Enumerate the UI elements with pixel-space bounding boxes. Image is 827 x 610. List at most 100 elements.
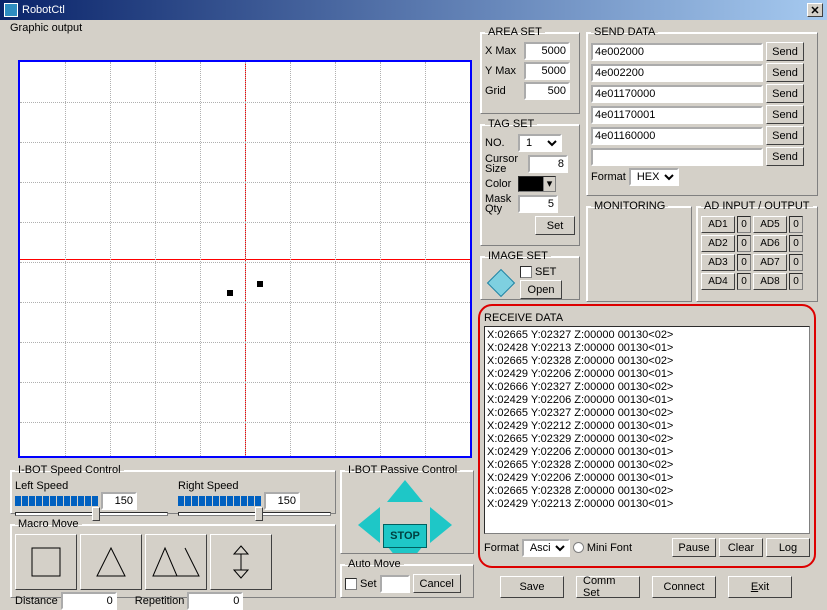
left-speed-input[interactable] xyxy=(101,492,137,510)
passive-control-group: I-BOT Passive Control STOP xyxy=(340,464,474,554)
ad3-button[interactable]: AD3 xyxy=(701,254,735,271)
send-button[interactable]: Send xyxy=(766,105,804,124)
macro-doubletriangle-button[interactable] xyxy=(145,534,207,590)
adio-group: AD INPUT / OUTPUT AD10AD50 AD20AD60 AD30… xyxy=(696,200,818,302)
macro-triangle-button[interactable] xyxy=(80,534,142,590)
left-speed-label: Left Speed xyxy=(15,480,68,492)
auto-set-input[interactable] xyxy=(380,575,410,593)
log-button[interactable]: Log xyxy=(766,538,810,557)
recv-format-select[interactable]: Ascii xyxy=(522,539,570,557)
receive-list[interactable]: X:02665 Y:02327 Z:00000 00130<02>X:02428… xyxy=(484,326,810,534)
commset-button[interactable]: Comm Set xyxy=(576,576,640,598)
cursor-input[interactable] xyxy=(528,155,568,173)
send-data-input[interactable] xyxy=(591,148,763,166)
send-data-input[interactable] xyxy=(591,106,763,124)
send-button[interactable]: Send xyxy=(766,84,804,103)
send-data-input[interactable] xyxy=(591,64,763,82)
send-data-group: SEND DATA SendSendSendSendSendSend Forma… xyxy=(586,26,818,196)
receive-line: X:02429 Y:02206 Z:00000 00130<01> xyxy=(487,446,807,459)
ad7-button[interactable]: AD7 xyxy=(753,254,787,271)
send-data-input[interactable] xyxy=(591,43,763,61)
send-data-input[interactable] xyxy=(591,85,763,103)
pause-button[interactable]: Pause xyxy=(672,538,716,557)
receive-line: X:02665 Y:02328 Z:00000 00130<02> xyxy=(487,485,807,498)
stop-button[interactable]: STOP xyxy=(383,524,427,548)
send-button[interactable]: Send xyxy=(766,147,804,166)
macro-updown-button[interactable] xyxy=(210,534,272,590)
send-format-select[interactable]: HEX xyxy=(629,168,679,186)
mask-input[interactable] xyxy=(518,195,558,213)
tag-set-title: TAG SET xyxy=(485,118,537,130)
receive-line: X:02665 Y:02329 Z:00000 00130<02> xyxy=(487,433,807,446)
receive-line: X:02429 Y:02206 Z:00000 00130<01> xyxy=(487,472,807,485)
plot-point xyxy=(257,281,263,287)
receive-line: X:02429 Y:02213 Z:00000 00130<01> xyxy=(487,498,807,511)
ad5-value: 0 xyxy=(789,216,803,233)
repetition-input[interactable] xyxy=(187,592,243,610)
receive-line: X:02666 Y:02327 Z:00000 00130<02> xyxy=(487,381,807,394)
ad8-button[interactable]: AD8 xyxy=(753,273,787,290)
receive-line: X:02429 Y:02212 Z:00000 00130<01> xyxy=(487,420,807,433)
xmax-label: X Max xyxy=(485,45,521,57)
send-data-title: SEND DATA xyxy=(591,26,658,38)
receive-data-group: RECEIVE DATA X:02665 Y:02327 Z:00000 001… xyxy=(478,304,816,568)
tag-set-button[interactable]: Set xyxy=(535,216,575,235)
image-open-button[interactable]: Open xyxy=(520,280,562,299)
area-set-title: AREA SET xyxy=(485,26,545,38)
grid-input[interactable] xyxy=(524,82,570,100)
send-button[interactable]: Send xyxy=(766,63,804,82)
ymax-input[interactable] xyxy=(524,62,570,80)
left-speed-slider[interactable] xyxy=(15,512,168,516)
save-button[interactable]: Save xyxy=(500,576,564,598)
arrow-right-icon[interactable] xyxy=(430,507,452,543)
macro-square-button[interactable] xyxy=(15,534,77,590)
passive-title: I-BOT Passive Control xyxy=(345,464,460,476)
mask-label: Mask Qty xyxy=(485,194,515,214)
graphic-canvas[interactable] xyxy=(18,60,472,458)
speed-title: I-BOT Speed Control xyxy=(15,464,124,476)
tag-no-select[interactable]: 1 xyxy=(518,134,562,152)
ad5-button[interactable]: AD5 xyxy=(753,216,787,233)
distance-label: Distance xyxy=(15,595,58,607)
exit-button[interactable]: Exit xyxy=(728,576,792,598)
recv-format-label: Format xyxy=(484,542,519,554)
close-icon[interactable]: ✕ xyxy=(807,3,823,17)
right-speed-input[interactable] xyxy=(264,492,300,510)
connect-button[interactable]: Connect xyxy=(652,576,716,598)
auto-cancel-button[interactable]: Cancel xyxy=(413,574,461,593)
macro-title: Macro Move xyxy=(15,518,82,530)
mini-font-radio[interactable] xyxy=(573,542,584,553)
auto-move-group: Auto Move Set Cancel xyxy=(340,558,474,598)
window-title: RobotCtl xyxy=(22,4,65,16)
send-button[interactable]: Send xyxy=(766,42,804,61)
ad4-button[interactable]: AD4 xyxy=(701,273,735,290)
receive-line: X:02429 Y:02206 Z:00000 00130<01> xyxy=(487,368,807,381)
ad6-value: 0 xyxy=(789,235,803,252)
auto-set-checkbox[interactable] xyxy=(345,578,357,590)
right-speed-slider[interactable] xyxy=(178,512,331,516)
repetition-label: Repetition xyxy=(135,595,185,607)
arrow-up-icon[interactable] xyxy=(387,480,423,502)
tag-no-label: NO. xyxy=(485,137,515,149)
xmax-input[interactable] xyxy=(524,42,570,60)
area-set-group: AREA SET X Max Y Max Grid xyxy=(480,26,580,114)
clear-button[interactable]: Clear xyxy=(719,538,763,557)
receive-line: X:02428 Y:02213 Z:00000 00130<01> xyxy=(487,342,807,355)
monitoring-group: MONITORING xyxy=(586,200,692,302)
graphic-output-label: Graphic output xyxy=(10,22,82,34)
send-data-input[interactable] xyxy=(591,127,763,145)
distance-input[interactable] xyxy=(61,592,117,610)
ad2-value: 0 xyxy=(737,235,751,252)
image-set-label: SET xyxy=(535,266,556,278)
color-picker[interactable]: ▾ xyxy=(518,176,556,192)
ad6-button[interactable]: AD6 xyxy=(753,235,787,252)
ad2-button[interactable]: AD2 xyxy=(701,235,735,252)
ad1-button[interactable]: AD1 xyxy=(701,216,735,233)
arrow-left-icon[interactable] xyxy=(358,507,380,543)
send-button[interactable]: Send xyxy=(766,126,804,145)
ad1-value: 0 xyxy=(737,216,751,233)
left-speed-bars xyxy=(15,496,98,506)
image-set-checkbox[interactable] xyxy=(520,266,532,278)
auto-move-title: Auto Move xyxy=(345,558,404,570)
titlebar: RobotCtl ✕ xyxy=(0,0,827,20)
